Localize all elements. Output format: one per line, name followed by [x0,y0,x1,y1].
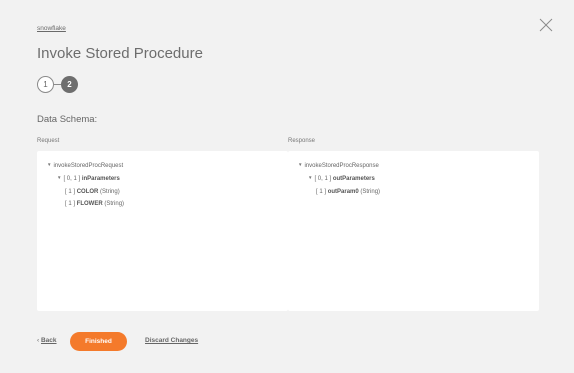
request-label: Request [37,138,60,144]
tree-node-flower[interactable]: [ 1 ] FLOWER (String) [65,198,124,211]
step-connector [54,84,61,85]
section-title: Data Schema: [37,114,98,125]
caret-down-icon[interactable]: ▼ [298,162,302,167]
tree-node-inparameters[interactable]: ▼[ 0, 1 ] inParameters [57,172,124,185]
back-button[interactable]: ‹ Back [37,337,57,344]
chevron-left-icon: ‹ [37,337,40,344]
step-1[interactable]: 1 [37,76,54,93]
caret-down-icon[interactable]: ▼ [47,162,51,167]
request-panel: ▼ invokeStoredProcRequest ▼[ 0, 1 ] inPar… [37,151,288,311]
tree-node-outparam0[interactable]: [ 1 ] outParam0 (String) [316,186,380,199]
request-tree: ▼ invokeStoredProcRequest ▼[ 0, 1 ] inPar… [47,159,124,211]
tree-node-request-root[interactable]: ▼ invokeStoredProcRequest [47,159,124,172]
discard-changes-button[interactable]: Discard Changes [145,337,198,344]
page-title: Invoke Stored Procedure [37,45,203,62]
response-label: Response [288,138,316,144]
tree-node-outparameters[interactable]: ▼[ 0, 1 ] outParameters [308,172,380,185]
caret-down-icon[interactable]: ▼ [308,175,312,180]
caret-down-icon[interactable]: ▼ [57,175,61,180]
tree-node-response-root[interactable]: ▼ invokeStoredProcResponse [298,159,380,172]
tree-node-color[interactable]: [ 1 ] COLOR (String) [65,186,124,199]
response-tree: ▼ invokeStoredProcResponse ▼[ 0, 1 ] outP… [298,159,380,198]
breadcrumb-link[interactable]: snowflake [37,25,66,32]
finished-button[interactable]: Finished [70,332,127,351]
close-icon[interactable] [539,18,553,32]
step-2-active: 2 [61,76,78,93]
response-panel: ▼ invokeStoredProcResponse ▼[ 0, 1 ] outP… [288,151,539,311]
